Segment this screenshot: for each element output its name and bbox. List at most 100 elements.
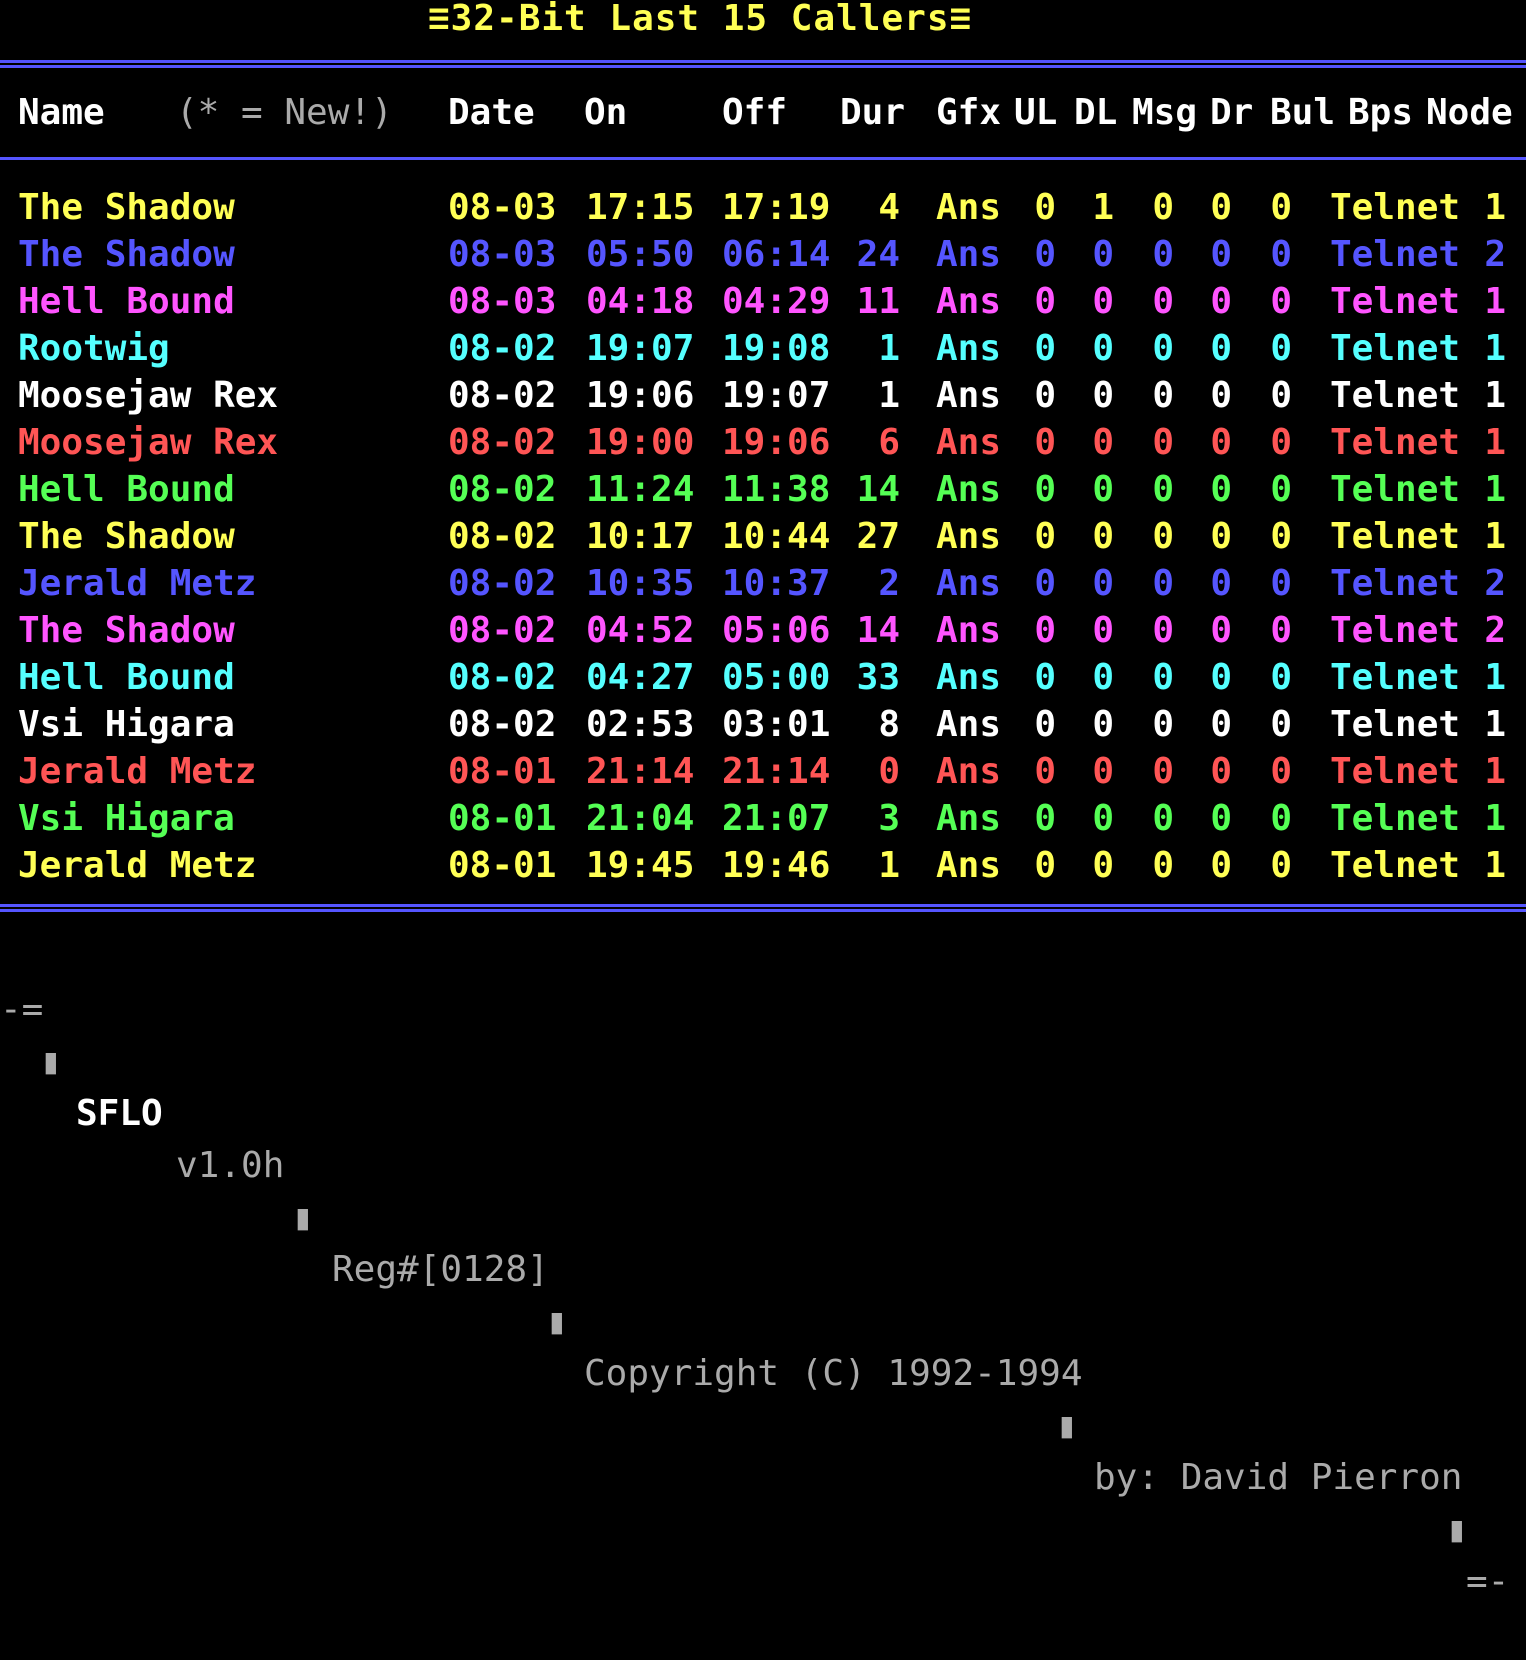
cell-bps: Telnet	[1330, 657, 1461, 698]
cell-bps: Telnet	[1330, 845, 1461, 886]
cell-date: 08-03	[448, 281, 557, 322]
cell-dr: 0	[1210, 563, 1232, 604]
cell-dl: 0	[1092, 469, 1114, 510]
footer-bullet-icon: ▮	[1056, 1405, 1078, 1446]
header-date: Date	[448, 92, 535, 133]
cell-off: 10:37	[722, 563, 831, 604]
cell-off: 05:06	[722, 610, 831, 651]
cell-dr: 0	[1210, 187, 1232, 228]
cell-name: Jerald Metz	[18, 845, 257, 886]
cell-name: The Shadow	[18, 234, 235, 275]
cell-on: 19:06	[586, 375, 695, 416]
cell-gfx: Ans	[936, 375, 1002, 416]
cell-name: Hell Bound	[18, 281, 235, 322]
cell-off: 10:44	[722, 516, 831, 557]
footer-trail: =-	[1466, 1561, 1510, 1602]
cell-bul: 0	[1270, 657, 1292, 698]
cell-ul: 0	[1034, 234, 1056, 275]
cell-gfx: Ans	[936, 234, 1002, 275]
cell-dur: 11	[856, 281, 900, 322]
cell-node: 1	[1484, 422, 1506, 463]
cell-name: The Shadow	[18, 187, 235, 228]
cell-date: 08-03	[448, 234, 557, 275]
cell-on: 10:35	[586, 563, 695, 604]
cell-date: 08-02	[448, 657, 557, 698]
cell-dr: 0	[1210, 516, 1232, 557]
cell-off: 04:29	[722, 281, 831, 322]
cell-off: 17:19	[722, 187, 831, 228]
cell-gfx: Ans	[936, 751, 1002, 792]
cell-node: 2	[1484, 610, 1506, 651]
cell-dl: 0	[1092, 704, 1114, 745]
cell-on: 04:52	[586, 610, 695, 651]
cell-dur: 1	[878, 845, 900, 886]
cell-node: 1	[1484, 328, 1506, 369]
cell-dr: 0	[1210, 798, 1232, 839]
cell-date: 08-02	[448, 375, 557, 416]
cell-node: 1	[1484, 516, 1506, 557]
cell-date: 08-02	[448, 328, 557, 369]
cell-dur: 1	[878, 375, 900, 416]
cell-gfx: Ans	[936, 281, 1002, 322]
cell-gfx: Ans	[936, 798, 1002, 839]
cell-dr: 0	[1210, 751, 1232, 792]
cell-dr: 0	[1210, 375, 1232, 416]
cell-bul: 0	[1270, 845, 1292, 886]
bottom-divider	[0, 904, 1526, 912]
cell-dl: 0	[1092, 751, 1114, 792]
cell-gfx: Ans	[936, 657, 1002, 698]
cell-ul: 0	[1034, 469, 1056, 510]
cell-on: 10:17	[586, 516, 695, 557]
cell-ul: 0	[1034, 187, 1056, 228]
cell-bul: 0	[1270, 281, 1292, 322]
cell-bul: 0	[1270, 469, 1292, 510]
table-row: Rootwig 08-02 19:07 19:08 1 Ans 0 0 0 0 0 Telnet 1	[0, 325, 1526, 372]
footer-bullet-icon: ▮	[40, 1041, 62, 1082]
cell-ul: 0	[1034, 281, 1056, 322]
cell-node: 1	[1484, 281, 1506, 322]
cell-date: 08-02	[448, 422, 557, 463]
cell-date: 08-01	[448, 845, 557, 886]
table-row: Moosejaw Rex 08-02 19:00 19:06 6 Ans 0 0 0 0 0 Teln…	[0, 419, 1526, 466]
cell-off: 19:06	[722, 422, 831, 463]
cell-gfx: Ans	[936, 328, 1002, 369]
footer-bullet-icon: ▮	[292, 1197, 314, 1238]
cell-dl: 0	[1092, 798, 1114, 839]
cell-msg: 0	[1152, 375, 1174, 416]
cell-name: Vsi Higara	[18, 798, 235, 839]
cell-dur: 2	[878, 563, 900, 604]
cell-bps: Telnet	[1330, 751, 1461, 792]
cell-bul: 0	[1270, 704, 1292, 745]
cell-bps: Telnet	[1330, 563, 1461, 604]
cell-off: 21:07	[722, 798, 831, 839]
cell-bps: Telnet	[1330, 328, 1461, 369]
cell-date: 08-01	[448, 798, 557, 839]
table-row: Hell Bound 08-02 04:27 05:00 33 Ans 0 0 0 0 0 Telne…	[0, 654, 1526, 701]
cell-bul: 0	[1270, 563, 1292, 604]
cell-node: 1	[1484, 845, 1506, 886]
header-node: Node	[1426, 92, 1513, 133]
cell-gfx: Ans	[936, 704, 1002, 745]
cell-on: 05:50	[586, 234, 695, 275]
terminal-screen: ≡32-Bit Last 15 Callers≡ Name (* = New!)…	[0, 0, 1526, 1602]
cell-msg: 0	[1152, 234, 1174, 275]
cell-gfx: Ans	[936, 187, 1002, 228]
header-divider	[0, 157, 1526, 160]
table-row: Jerald Metz 08-01 21:14 21:14 0 Ans 0 0 0 0 0 Telne…	[0, 748, 1526, 795]
cell-node: 1	[1484, 375, 1506, 416]
header-msg: Msg	[1132, 92, 1198, 133]
cell-off: 05:00	[722, 657, 831, 698]
cell-gfx: Ans	[936, 563, 1002, 604]
cell-on: 11:24	[586, 469, 695, 510]
cell-msg: 0	[1152, 469, 1174, 510]
header-off: Off	[722, 92, 788, 133]
cell-dur: 33	[856, 657, 900, 698]
cell-node: 1	[1484, 751, 1506, 792]
cell-bps: Telnet	[1330, 422, 1461, 463]
table-row: Jerald Metz 08-01 19:45 19:46 1 Ans 0 0 0 0 0 Telne…	[0, 842, 1526, 889]
cell-node: 2	[1484, 563, 1506, 604]
cell-bul: 0	[1270, 234, 1292, 275]
cell-date: 08-03	[448, 187, 557, 228]
header-dur: Dur	[840, 92, 906, 133]
footer-bullet-icon: ▮	[546, 1301, 568, 1342]
